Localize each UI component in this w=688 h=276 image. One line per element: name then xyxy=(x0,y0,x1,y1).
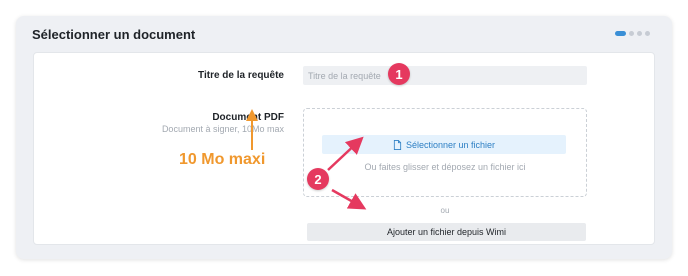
card-title: Sélectionner un document xyxy=(32,27,196,42)
add-from-wimi-button[interactable]: Ajouter un fichier depuis Wimi xyxy=(307,223,586,241)
step-dot xyxy=(637,31,642,36)
drop-hint: Ou faites glisser et déposez un fichier … xyxy=(364,162,526,172)
size-limit-annotation: 10 Mo maxi xyxy=(179,151,266,168)
select-file-button[interactable]: Sélectionner un fichier xyxy=(322,135,566,154)
badge-step-2: 2 xyxy=(307,168,329,190)
select-file-label: Sélectionner un fichier xyxy=(405,139,496,150)
file-dropzone[interactable]: Sélectionner un fichier Ou faites glisse… xyxy=(303,108,587,197)
step-indicator xyxy=(615,31,650,36)
or-separator: ou xyxy=(440,206,450,215)
select-document-card: Sélectionner un document Titre de la req… xyxy=(16,16,672,259)
form-panel: Titre de la requête Document PDF Documen… xyxy=(33,52,655,245)
document-size-hint: Document à signer, 10Mo max xyxy=(161,124,284,134)
title-field-label: Titre de la requête xyxy=(198,70,284,81)
document-field-label: Document PDF xyxy=(212,112,284,123)
file-icon xyxy=(393,139,402,150)
step-dot-active xyxy=(615,31,626,36)
step-dot xyxy=(645,31,650,36)
badge-step-1: 1 xyxy=(388,63,410,85)
title-input[interactable] xyxy=(303,66,587,85)
step-dot xyxy=(629,31,634,36)
